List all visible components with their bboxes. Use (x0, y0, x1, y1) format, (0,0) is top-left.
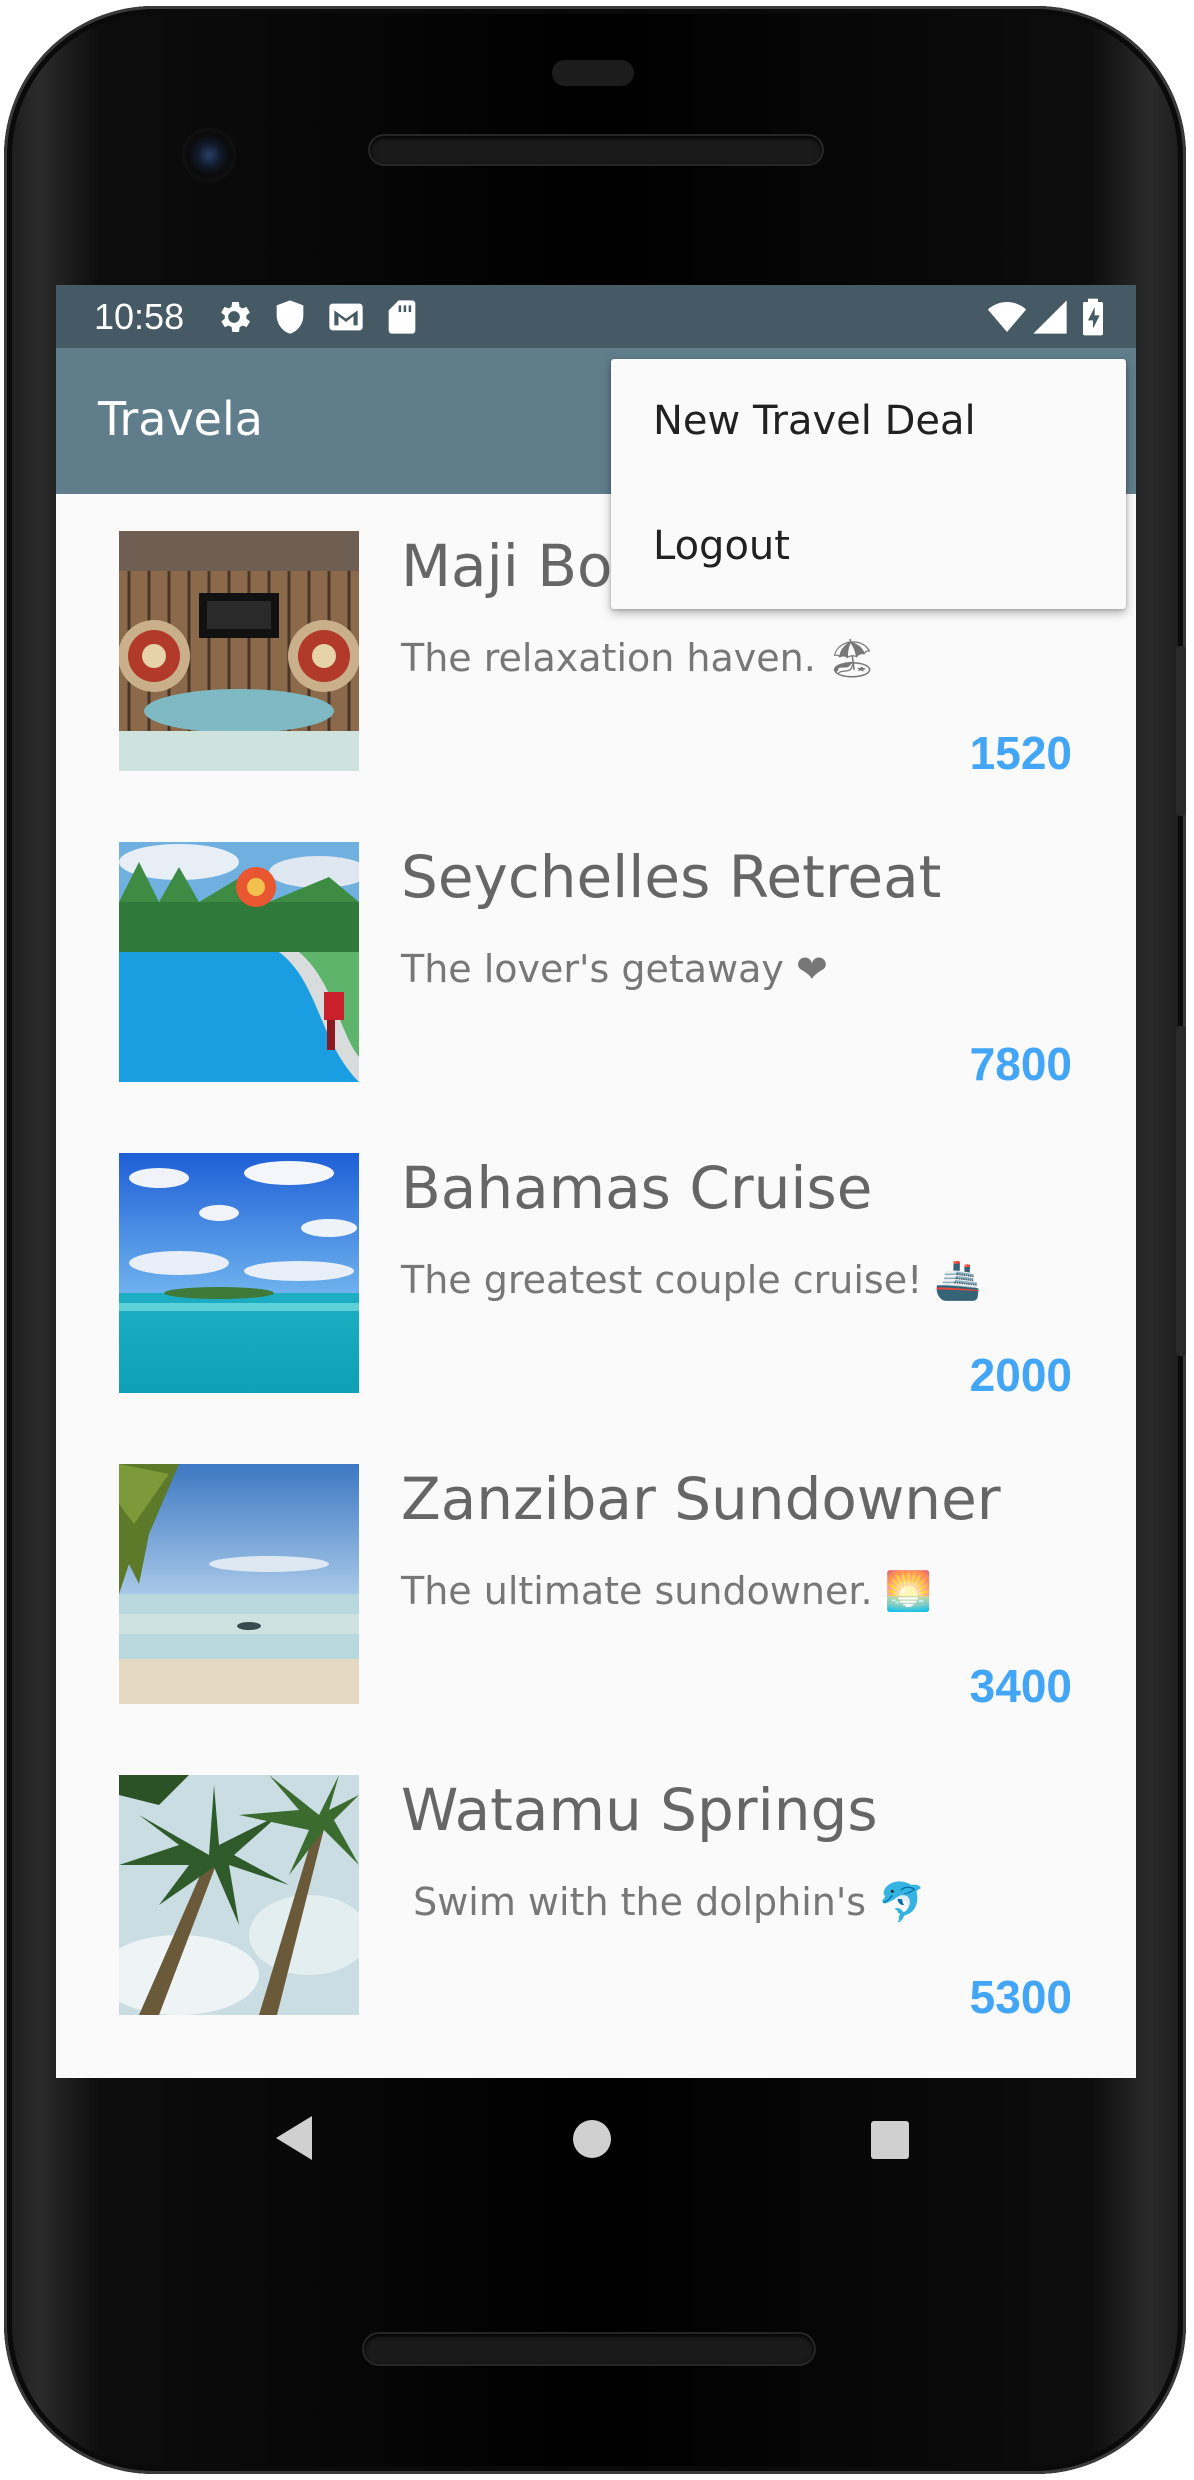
cell-signal-icon (1033, 300, 1067, 334)
deal-price: 5300 (969, 1971, 1072, 2023)
front-camera (182, 128, 236, 182)
status-time: 10:58 (94, 296, 185, 337)
deal-image (119, 842, 359, 1082)
gmail-icon (329, 303, 363, 331)
volume-button (1176, 1026, 1186, 1356)
gear-icon (221, 302, 250, 332)
deal-description: The lover's getaway ❤ (401, 947, 828, 991)
app-title: Travela (98, 392, 263, 446)
recents-icon[interactable] (870, 2120, 910, 2160)
deal-item[interactable]: Zanzibar Sundowner The ultimate sundowne… (56, 1427, 1136, 1738)
sd-card-icon (388, 300, 416, 334)
status-bar: 10:58 (56, 285, 1136, 348)
deal-image (119, 1153, 359, 1393)
deal-description: The ultimate sundowner. 🌅 (401, 1569, 932, 1613)
deal-item[interactable]: Seychelles Retreat The lover's getaway ❤… (56, 805, 1136, 1116)
deal-description: Swim with the dolphin's 🐬 (401, 1880, 926, 1924)
overflow-menu: New Travel Deal Logout (611, 359, 1126, 609)
deal-title: Watamu Springs (401, 1776, 878, 1844)
deal-image (119, 1775, 359, 2015)
wifi-icon (987, 302, 1027, 332)
deal-title: Maji Bo (401, 532, 613, 600)
deal-item[interactable]: Bahamas Cruise The greatest couple cruis… (56, 1116, 1136, 1427)
deal-description: The relaxation haven. 🏖 (401, 636, 877, 680)
power-button (1176, 646, 1186, 816)
shield-icon (276, 300, 304, 334)
battery-charging-icon (1083, 298, 1103, 336)
bottom-speaker (364, 2334, 814, 2364)
deal-title: Zanzibar Sundowner (401, 1465, 1001, 1533)
deal-title: Bahamas Cruise (401, 1154, 873, 1222)
phone-frame: 10:58 Travela Maji Bo The relaxation hav… (4, 6, 1186, 2474)
deal-price: 7800 (969, 1038, 1072, 1090)
earpiece (552, 60, 634, 86)
deal-title: Seychelles Retreat (401, 843, 942, 911)
deal-price: 2000 (969, 1349, 1072, 1401)
menu-item-logout[interactable]: Logout (611, 484, 1126, 609)
deal-image (119, 531, 359, 771)
screen: 10:58 Travela Maji Bo The relaxation hav… (56, 285, 1136, 2078)
deal-description: The greatest couple cruise! 🚢 (401, 1258, 982, 1302)
home-icon[interactable] (572, 2119, 612, 2159)
deal-image (119, 1464, 359, 1704)
top-speaker (370, 136, 822, 164)
deal-item[interactable]: Watamu Springs Swim with the dolphin's 🐬… (56, 1738, 1136, 2049)
deal-price: 1520 (969, 727, 1072, 779)
deal-price: 3400 (969, 1660, 1072, 1712)
menu-item-new-travel-deal[interactable]: New Travel Deal (611, 359, 1126, 484)
back-icon[interactable] (272, 2114, 316, 2162)
